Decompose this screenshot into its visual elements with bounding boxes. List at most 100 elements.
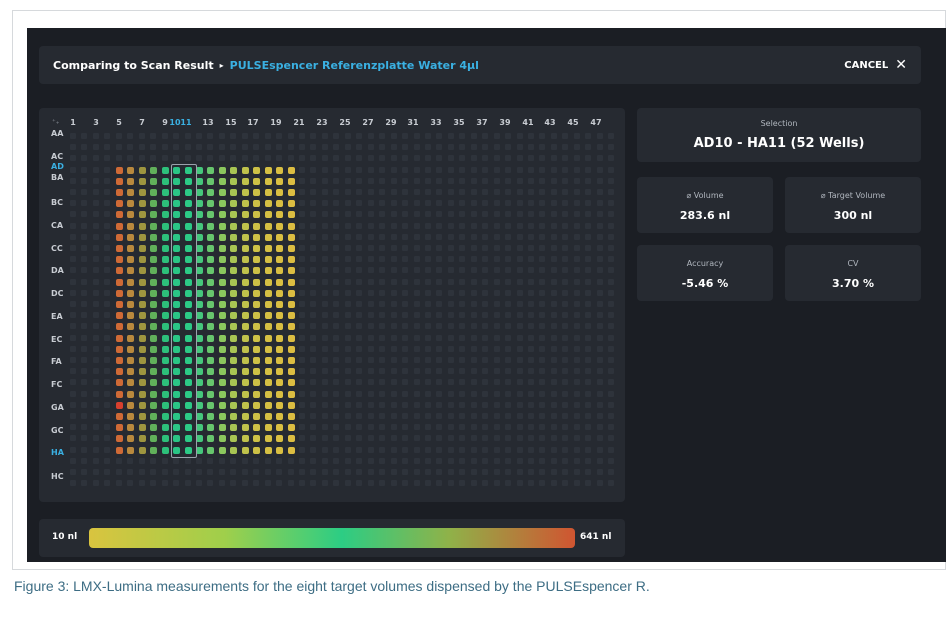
well-empty[interactable] (402, 469, 409, 475)
well-empty[interactable] (482, 177, 489, 184)
well-empty[interactable] (539, 301, 546, 307)
well-filled[interactable] (218, 413, 226, 420)
well-empty[interactable] (573, 289, 580, 296)
well-filled[interactable] (241, 368, 249, 376)
well-empty[interactable] (493, 334, 500, 341)
well-empty[interactable] (539, 357, 546, 363)
well-filled[interactable] (127, 177, 135, 185)
well-empty[interactable] (81, 435, 88, 442)
well-empty[interactable] (310, 435, 317, 442)
well-filled[interactable] (241, 401, 249, 409)
well-empty[interactable] (493, 211, 500, 218)
well-empty[interactable] (596, 480, 603, 487)
well-empty[interactable] (550, 189, 557, 195)
well-filled[interactable] (264, 435, 272, 443)
well-empty[interactable] (424, 278, 431, 285)
well-empty[interactable] (573, 177, 580, 184)
well-empty[interactable] (356, 301, 363, 307)
well-empty[interactable] (550, 278, 557, 285)
well-empty[interactable] (573, 301, 580, 307)
well-empty[interactable] (550, 155, 557, 162)
well-empty[interactable] (402, 155, 409, 162)
well-empty[interactable] (436, 289, 443, 296)
well-empty[interactable] (390, 334, 397, 341)
well-filled[interactable] (127, 278, 135, 286)
well-empty[interactable] (367, 301, 374, 307)
well-filled[interactable] (115, 424, 123, 432)
well-filled[interactable] (230, 424, 238, 432)
well-empty[interactable] (470, 166, 477, 173)
well-empty[interactable] (516, 233, 523, 240)
well-empty[interactable] (562, 413, 569, 419)
well-empty[interactable] (379, 289, 386, 296)
well-empty[interactable] (470, 379, 477, 386)
well-empty[interactable] (493, 289, 500, 296)
well-empty[interactable] (310, 177, 317, 184)
well-empty[interactable] (390, 189, 397, 195)
well-filled[interactable] (207, 166, 215, 174)
well-filled[interactable] (253, 222, 261, 230)
well-filled[interactable] (241, 323, 249, 331)
well-empty[interactable] (608, 401, 615, 408)
well-filled[interactable] (218, 289, 226, 297)
well-empty[interactable] (92, 144, 99, 151)
well-empty[interactable] (436, 155, 443, 162)
well-empty[interactable] (585, 289, 592, 296)
well-empty[interactable] (299, 457, 305, 464)
well-empty[interactable] (539, 289, 546, 296)
well-empty[interactable] (424, 166, 431, 173)
well-empty[interactable] (608, 289, 615, 296)
well-empty[interactable] (596, 457, 603, 464)
well-empty[interactable] (92, 323, 99, 330)
well-empty[interactable] (161, 155, 168, 162)
well-empty[interactable] (413, 435, 420, 442)
well-filled[interactable] (150, 301, 158, 308)
well-filled[interactable] (127, 435, 135, 443)
well-empty[interactable] (539, 211, 546, 218)
well-empty[interactable] (402, 233, 409, 240)
well-empty[interactable] (608, 222, 615, 229)
well-filled[interactable] (241, 267, 249, 275)
well-empty[interactable] (70, 480, 76, 487)
well-empty[interactable] (344, 357, 351, 363)
well-filled[interactable] (138, 345, 146, 353)
well-filled[interactable] (230, 256, 238, 264)
well-empty[interactable] (470, 323, 477, 330)
well-empty[interactable] (528, 345, 534, 352)
well-filled[interactable] (115, 189, 123, 196)
well-empty[interactable] (310, 233, 317, 240)
well-empty[interactable] (299, 189, 305, 195)
well-empty[interactable] (310, 256, 317, 263)
well-filled[interactable] (115, 368, 123, 376)
well-empty[interactable] (207, 457, 214, 464)
well-empty[interactable] (539, 334, 546, 341)
well-empty[interactable] (413, 469, 420, 475)
well-empty[interactable] (493, 323, 500, 330)
well-empty[interactable] (482, 245, 489, 251)
well-empty[interactable] (596, 256, 603, 263)
well-filled[interactable] (241, 446, 249, 454)
well-empty[interactable] (573, 312, 580, 319)
well-filled[interactable] (115, 278, 123, 286)
well-filled[interactable] (207, 345, 215, 353)
well-empty[interactable] (402, 446, 409, 453)
well-filled[interactable] (276, 267, 284, 275)
well-empty[interactable] (70, 469, 76, 475)
well-empty[interactable] (505, 256, 512, 263)
well-filled[interactable] (150, 401, 158, 409)
well-empty[interactable] (459, 200, 466, 207)
well-empty[interactable] (390, 211, 397, 218)
well-empty[interactable] (413, 334, 420, 341)
well-empty[interactable] (539, 401, 546, 408)
well-filled[interactable] (276, 323, 284, 331)
well-empty[interactable] (367, 345, 374, 352)
well-empty[interactable] (516, 357, 523, 363)
well-filled[interactable] (264, 413, 272, 420)
well-empty[interactable] (482, 401, 489, 408)
well-empty[interactable] (195, 469, 202, 475)
well-filled[interactable] (207, 379, 215, 387)
well-empty[interactable] (81, 357, 88, 363)
well-empty[interactable] (344, 155, 351, 162)
well-empty[interactable] (550, 368, 557, 375)
well-empty[interactable] (424, 189, 431, 195)
